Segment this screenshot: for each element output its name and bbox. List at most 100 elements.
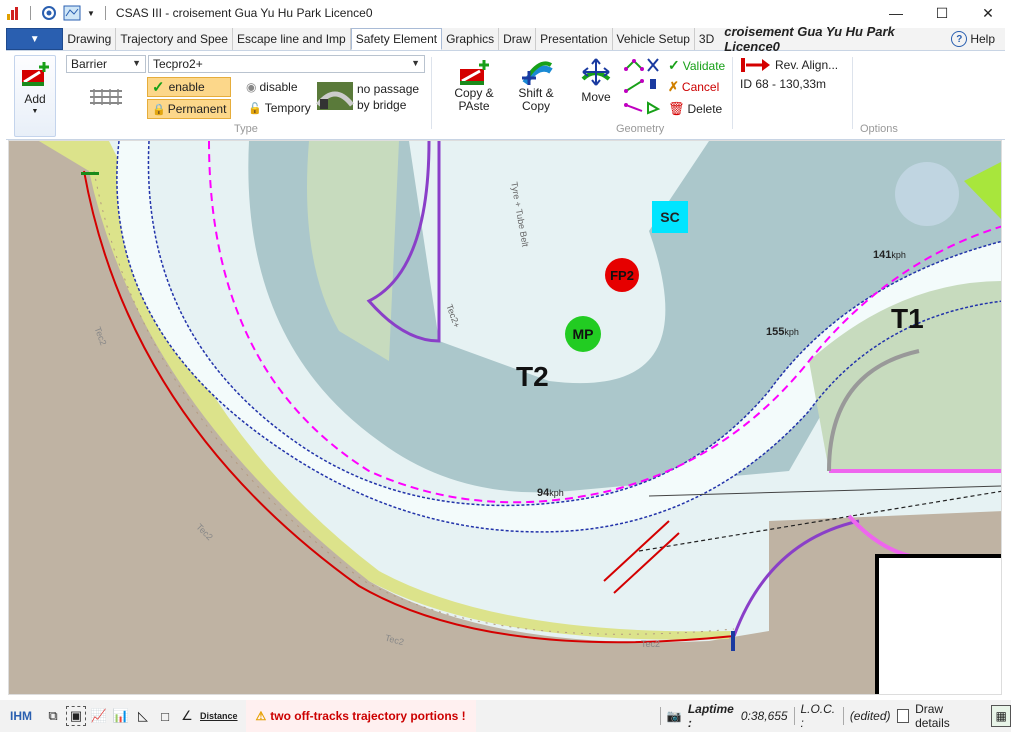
camera-icon[interactable]: 📷 [667,709,682,723]
angle-icon[interactable]: ∠ [178,707,196,725]
tempory-button[interactable]: 🔓 Tempory [248,101,311,115]
node-tools-icon[interactable] [622,55,662,115]
validate-button[interactable]: ✓ Validate [668,57,725,74]
shift-copy-icon [522,61,553,85]
add-label: Add [24,92,46,106]
cancel-label: Cancel [681,80,720,94]
settings-icon[interactable] [41,5,57,21]
circuit-map-canvas[interactable] [9,141,1002,695]
move-button[interactable]: Move [574,57,618,104]
unlock-icon: 🔓 [248,102,262,115]
laptime-label: Laptime : [687,702,734,730]
delete-label: Delete [687,102,723,116]
group-separator [431,57,432,129]
document-title: croisement Gua Yu Hu Park Licence0 [724,24,895,54]
delete-button[interactable]: 🗑 Delete [668,101,722,117]
tab-draw[interactable]: Draw [499,28,537,50]
lock-icon: 🔒 [152,103,166,116]
warning-text: two off-tracks trajectory portions ! [270,709,466,723]
line-chart-icon[interactable]: 📈 [90,707,108,725]
turn-label-t1: T1 [891,303,924,334]
no-passage-line1: no passage [357,82,420,96]
circuit-map-view[interactable]: T2 T1 SC FP2 MP 141kph 155kph 94kph Tec2… [8,140,1002,695]
copy-paste-label-2: PAste [458,99,490,113]
bridge-icon [316,82,354,110]
help-icon: ? [951,31,968,47]
copy-paste-button[interactable]: Copy & PAste [450,59,498,113]
group-separator [732,57,733,129]
marker-fp2[interactable]: FP2 [605,258,639,292]
details-icon[interactable]: ▦ [991,705,1011,727]
element-model-select[interactable]: Tecpro2+ ▼ [148,55,425,73]
permanent-toggle[interactable]: 🔒 Permanent [147,99,231,119]
cube-icon[interactable]: ▣ [66,706,86,726]
enable-toggle[interactable]: ✓ enable [147,77,231,97]
tab-presentation[interactable]: Presentation [536,28,613,50]
zoom-window-icon[interactable]: ⧉ [44,707,62,725]
reverse-align-button[interactable]: Rev. Align... [740,57,838,73]
disable-button[interactable]: ◉ disable [246,80,298,94]
maximize-button[interactable]: ☐ [919,0,965,26]
compass-rose-icon[interactable] [895,162,959,226]
quick-access-dropdown-icon[interactable]: ▼ [87,9,95,18]
edited-status: (edited) [849,709,891,723]
tab-escape-line[interactable]: Escape line and Imp [233,28,351,50]
element-type-select[interactable]: Barrier ▼ [66,55,146,73]
building-outline [875,554,1001,694]
checkmark-icon: ✓ [668,57,680,73]
help-button[interactable]: ? Help [951,28,1005,50]
bar-chart-icon[interactable]: 📊 [112,707,130,725]
turn-label-t2: T2 [516,361,549,392]
square-icon[interactable]: □ [156,707,174,725]
chart-icon[interactable] [6,6,20,20]
no-passage-line2: by bridge [357,98,407,112]
tab-3d[interactable]: 3D [695,28,718,50]
barrier-end-marker [731,631,735,651]
barrier-preview-icon [90,89,122,105]
move-label: Move [581,90,611,104]
marker-sc[interactable]: SC [652,201,688,233]
chevron-down-icon: ▼ [29,33,40,45]
checkmark-icon: ✓ [152,79,165,96]
tab-graphics[interactable]: Graphics [442,28,500,50]
close-button[interactable]: ✕ [965,0,1011,26]
add-button[interactable]: Add ▼ [14,55,56,137]
tab-vehicle-setup[interactable]: Vehicle Setup [613,28,695,50]
element-id-info: ID 68 - 130,33m [740,77,827,91]
validate-label: Validate [682,58,726,73]
eye-icon: ◉ [246,80,257,94]
tab-drawing[interactable]: Drawing [63,28,117,50]
type-group-label: Type [234,123,258,135]
laptime-section: 📷 Laptime : 0:38,655 L.O.C. : (edited) D… [660,700,1011,732]
chevron-down-icon: ▼ [411,58,420,68]
application-menu-button[interactable]: ▼ [6,28,64,50]
title-bar: ▼ CSAS III - croisement Gua Yu Hu Park L… [0,0,1011,26]
window-title: CSAS III - croisement Gua Yu Hu Park Lic… [115,6,373,20]
trash-icon: 🗑 [668,101,685,116]
distance-button[interactable]: Distance [200,711,238,721]
ribbon-tab-bar: ▼ Drawing Trajectory and Spee Escape lin… [6,24,1005,54]
reverse-align-label: Rev. Align... [775,58,839,72]
move-icon [581,58,611,86]
map-icon[interactable] [63,5,81,21]
ribbon-panel: Add ▼ Barrier ▼ Tecpro2+ ▼ ✓ enable 🔒 Pe… [6,51,1005,140]
ihm-label[interactable]: IHM [10,709,40,723]
permanent-label: Permanent [167,102,227,116]
triangle-measure-icon[interactable]: ◺ [134,707,152,725]
warning-icon: ⚠ [255,709,267,723]
minimize-button[interactable]: — [873,0,919,26]
geometry-group-label: Geometry [616,123,665,135]
cancel-button[interactable]: ✗ Cancel [668,79,719,95]
no-passage-by-bridge-button[interactable]: no passage by bridge [316,81,419,113]
add-barrier-icon [22,62,49,86]
barrier-tag: Tec2 [641,639,661,649]
shift-copy-button[interactable]: Shift & Copy [511,57,561,113]
laptime-value: 0:38,655 [740,709,788,723]
draw-details-checkbox[interactable] [896,709,910,723]
enable-label: enable [168,80,205,94]
copy-paste-icon [460,60,489,85]
marker-mp[interactable]: MP [565,316,601,352]
window-controls: — ☐ ✕ [873,0,1011,26]
tab-safety-element[interactable]: Safety Element [350,28,443,50]
tab-trajectory-and-speed[interactable]: Trajectory and Spee [116,28,233,50]
